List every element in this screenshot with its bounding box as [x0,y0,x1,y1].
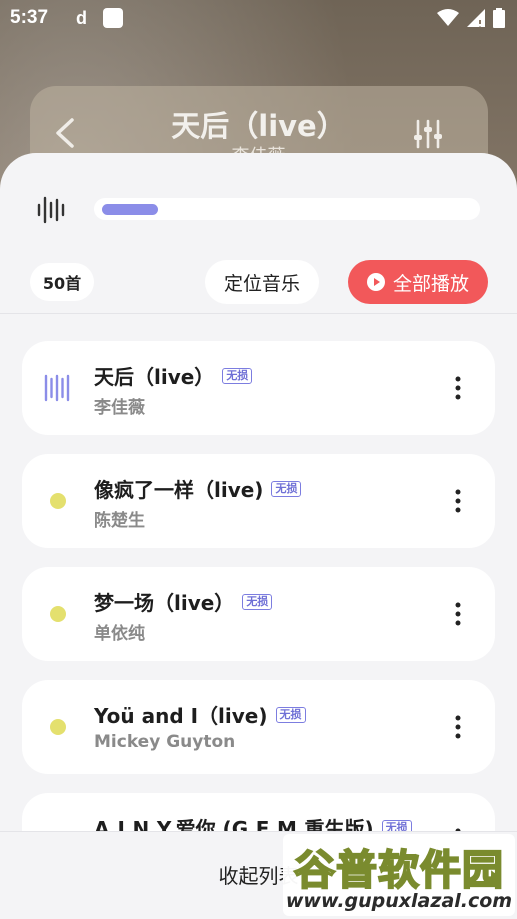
watermark-title: 谷普软件园 [293,845,504,895]
locate-music-button[interactable]: 定位音乐 [205,260,319,304]
song-title: 像疯了一样（live) [94,478,264,502]
playing-bars-icon [44,374,70,402]
song-item[interactable]: 天后（live） 无损 李佳薇 [22,341,495,435]
play-circle-icon [366,273,385,291]
playback-progress-bar[interactable] [94,198,480,220]
status-time: 5:37 [10,7,49,28]
watermark-url: www.gupuxlazal.com [285,890,513,912]
wifi-icon [437,9,459,26]
play-all-button[interactable]: 全部播放 [348,260,488,304]
song-status-dot [50,719,66,735]
song-item[interactable]: 像疯了一样（live) 无损 陈楚生 [22,454,495,548]
song-title: 天后（live） [94,365,215,389]
battery-icon [493,8,505,28]
more-vert-icon[interactable] [448,600,468,628]
lossless-badge: 无损 [242,593,273,610]
signal-icon [467,9,485,27]
song-title-row: 像疯了一样（live) 无损 [94,474,302,503]
divider [0,313,517,314]
notification-square-icon [103,8,124,28]
waveform-icon [37,196,65,224]
more-vert-icon[interactable] [448,487,468,515]
lossless-badge: 无损 [275,706,306,723]
play-all-label: 全部播放 [392,272,469,295]
song-count-badge: 50首 [30,263,94,301]
song-title: Yoü and I（live) [94,704,268,728]
lossless-badge: 无损 [222,367,253,384]
song-artist: 单依纯 [94,624,145,644]
more-vert-icon[interactable] [448,713,468,741]
song-artist: 陈楚生 [94,511,145,531]
song-item[interactable]: Yoü and I（live) 无损 Mickey Guyton [22,680,495,774]
lossless-badge: 无损 [271,480,302,497]
playlist-sheet: 50首 定位音乐 全部播放 天后（live） 无损 李佳薇 像疯了一样（live… [0,153,517,919]
song-artist: 李佳薇 [94,398,145,418]
song-title-row: Yoü and I（live) 无损 [94,700,306,729]
song-title-row: 天后（live） 无损 [94,361,253,390]
equalizer-icon[interactable] [412,118,444,150]
more-vert-icon[interactable] [448,374,468,402]
status-bar: 5:37 d [0,0,517,36]
song-status-dot [50,606,66,622]
status-right-icons [437,8,505,28]
song-title: 梦一场（live） [94,591,235,615]
song-status-dot [50,493,66,509]
song-artist: Mickey Guyton [94,732,236,752]
song-item[interactable]: 梦一场（live） 无损 单依纯 [22,567,495,661]
site-watermark: 谷普软件园 www.gupuxlazal.com [283,834,515,916]
song-title-row: 梦一场（live） 无损 [94,587,273,616]
notification-app-icon: d [76,7,88,28]
playback-progress-fill [102,204,158,215]
